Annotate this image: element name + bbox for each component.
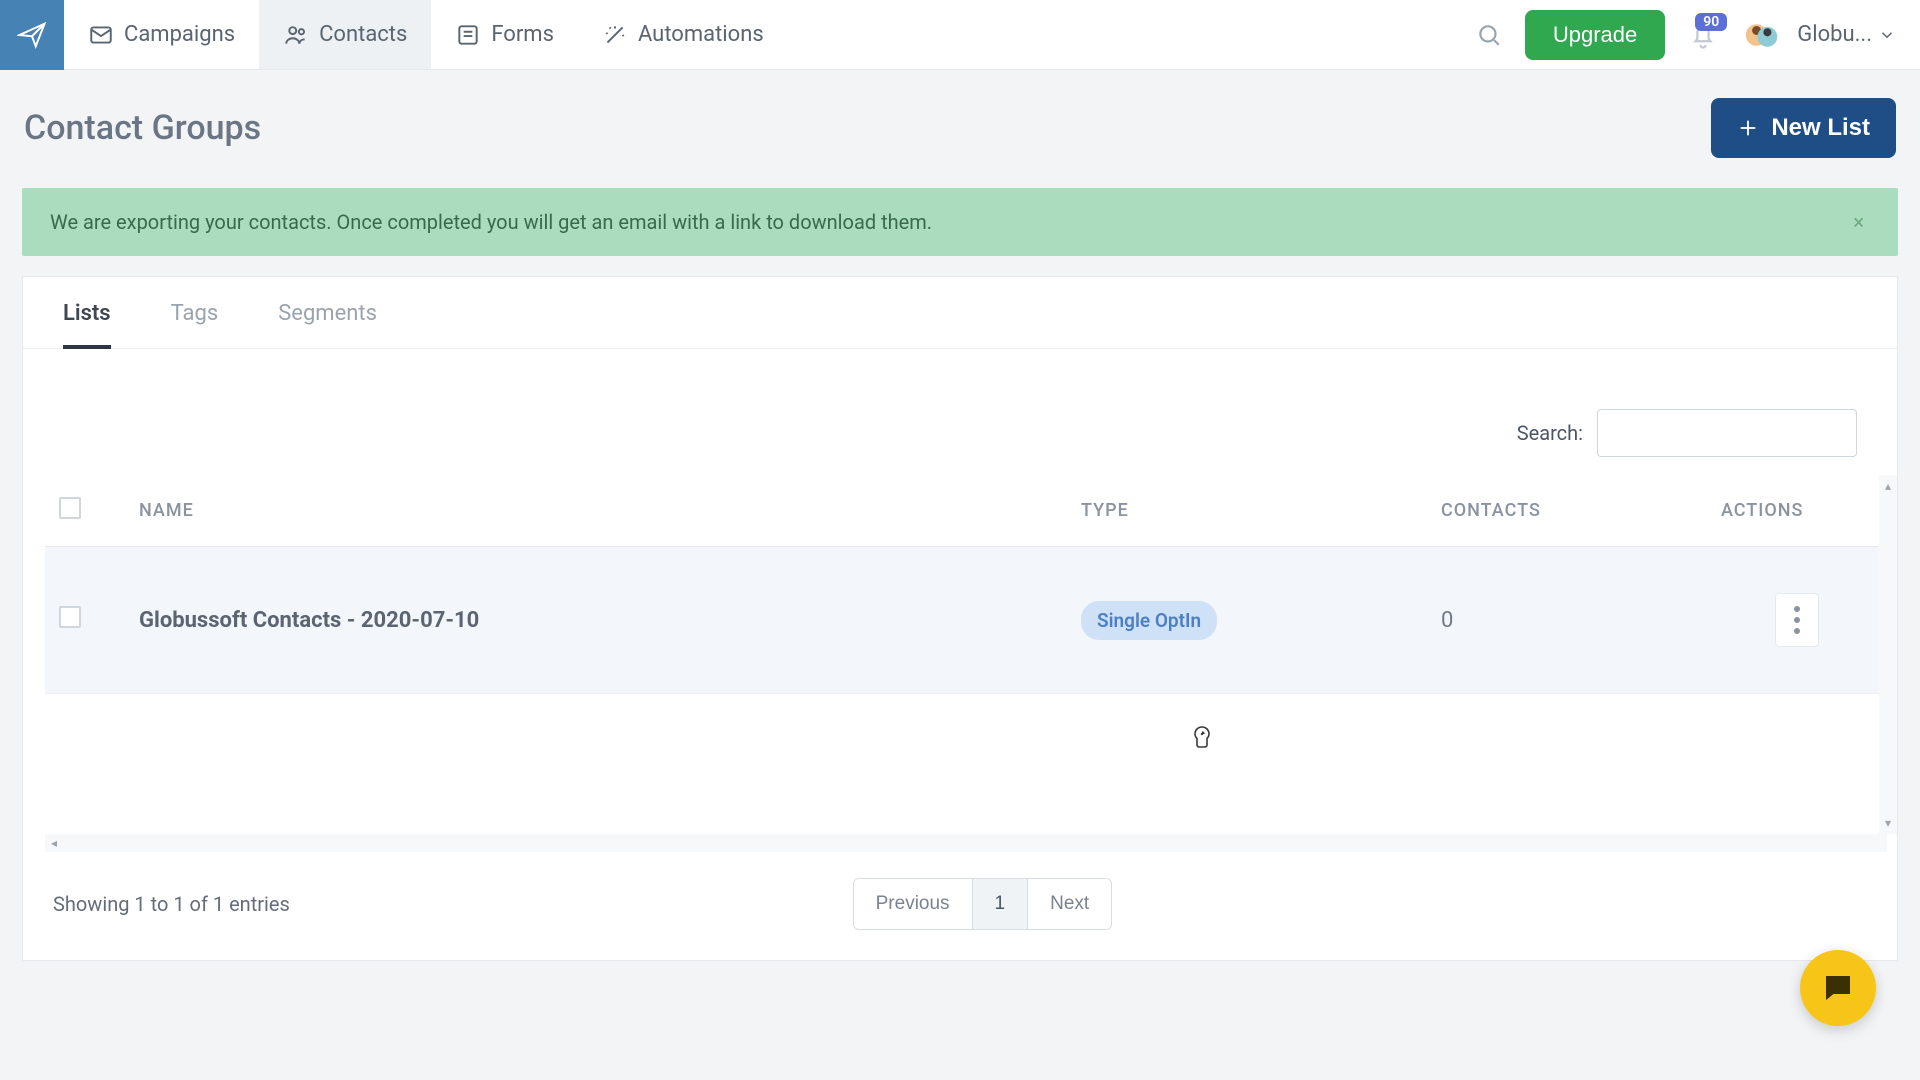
col-actions: ACTIONS xyxy=(1707,475,1887,547)
col-contacts[interactable]: CONTACTS xyxy=(1427,475,1707,547)
alert-close-button[interactable]: × xyxy=(1847,210,1870,234)
new-list-label: New List xyxy=(1771,114,1870,142)
table-search-row: Search: xyxy=(23,349,1897,475)
search-input[interactable] xyxy=(1597,409,1857,457)
alert-text: We are exporting your contacts. Once com… xyxy=(50,210,932,234)
nav-contacts[interactable]: Contacts xyxy=(259,0,431,69)
nav-label: Automations xyxy=(638,22,764,47)
table-row[interactable]: Globussoft Contacts - 2020-07-10 Single … xyxy=(45,547,1887,694)
search-label: Search: xyxy=(1517,421,1583,445)
user-label: Globu... xyxy=(1797,22,1872,47)
scroll-up-icon[interactable]: ▴ xyxy=(1885,475,1891,497)
select-all-checkbox[interactable] xyxy=(59,497,81,519)
page-header: Contact Groups New List xyxy=(20,98,1900,158)
scroll-down-icon[interactable]: ▾ xyxy=(1885,812,1891,834)
paper-plane-icon xyxy=(17,20,47,50)
help-chat-button[interactable] xyxy=(1800,950,1876,1026)
table-wrap: NAME TYPE CONTACTS ACTIONS Globussoft Co… xyxy=(23,475,1897,834)
page-title: Contact Groups xyxy=(24,108,261,148)
col-type[interactable]: TYPE xyxy=(1067,475,1427,547)
nav-label: Forms xyxy=(491,22,554,47)
upgrade-button[interactable]: Upgrade xyxy=(1525,10,1665,60)
table-footer: Showing 1 to 1 of 1 entries Previous 1 N… xyxy=(23,852,1897,960)
contact-groups-panel: Lists Tags Segments Search: NAME TYPE CO… xyxy=(22,276,1898,961)
mail-icon xyxy=(88,22,114,48)
pagination: Previous 1 Next xyxy=(853,878,1113,930)
nav-right: Upgrade 90 Globu... xyxy=(1467,10,1920,60)
export-alert: We are exporting your contacts. Once com… xyxy=(22,188,1898,256)
page-1-button[interactable]: 1 xyxy=(973,879,1029,929)
scroll-left-icon[interactable]: ◂ xyxy=(51,836,57,850)
page-next-button[interactable]: Next xyxy=(1028,879,1111,929)
lists-table: NAME TYPE CONTACTS ACTIONS Globussoft Co… xyxy=(45,475,1887,694)
main-content: Contact Groups New List We are exporting… xyxy=(0,70,1920,961)
row-name[interactable]: Globussoft Contacts - 2020-07-10 xyxy=(125,547,1067,694)
tab-segments[interactable]: Segments xyxy=(278,301,377,348)
nav-items: Campaigns Contacts Forms Automations xyxy=(64,0,788,69)
global-search-button[interactable] xyxy=(1467,13,1511,57)
nav-label: Campaigns xyxy=(124,22,235,47)
tab-tags[interactable]: Tags xyxy=(171,301,219,348)
chevron-down-icon xyxy=(1878,26,1896,44)
tabs: Lists Tags Segments xyxy=(23,277,1897,349)
nav-automations[interactable]: Automations xyxy=(578,0,788,69)
nav-forms[interactable]: Forms xyxy=(431,0,578,69)
col-select xyxy=(45,475,125,547)
people-icon xyxy=(283,22,309,48)
horizontal-scrollbar[interactable]: ◂ xyxy=(45,834,1887,852)
form-icon xyxy=(455,22,481,48)
vertical-scrollbar[interactable]: ▴ ▾ xyxy=(1879,475,1897,834)
entries-text: Showing 1 to 1 of 1 entries xyxy=(53,892,290,916)
user-menu[interactable]: Globu... xyxy=(1797,22,1896,47)
page-prev-button[interactable]: Previous xyxy=(854,879,973,929)
top-nav: Campaigns Contacts Forms Automations xyxy=(0,0,1920,70)
row-type-badge: Single OptIn xyxy=(1081,601,1217,640)
notifications-button[interactable]: 90 xyxy=(1679,11,1727,59)
row-checkbox[interactable] xyxy=(59,606,81,628)
avatar-icon xyxy=(1744,17,1780,53)
nav-campaigns[interactable]: Campaigns xyxy=(64,0,259,69)
row-contacts: 0 xyxy=(1427,547,1707,694)
nav-label: Contacts xyxy=(319,22,407,47)
avatar xyxy=(1741,14,1783,56)
tab-lists[interactable]: Lists xyxy=(63,301,111,348)
new-list-button[interactable]: New List xyxy=(1711,98,1896,158)
plus-icon xyxy=(1737,117,1759,139)
wand-icon xyxy=(602,22,628,48)
app-logo[interactable] xyxy=(0,0,64,70)
row-actions-menu[interactable] xyxy=(1775,593,1819,647)
search-icon xyxy=(1476,22,1502,48)
notification-count-badge: 90 xyxy=(1695,13,1727,31)
chat-icon xyxy=(1820,970,1856,1006)
col-name[interactable]: NAME xyxy=(125,475,1067,547)
